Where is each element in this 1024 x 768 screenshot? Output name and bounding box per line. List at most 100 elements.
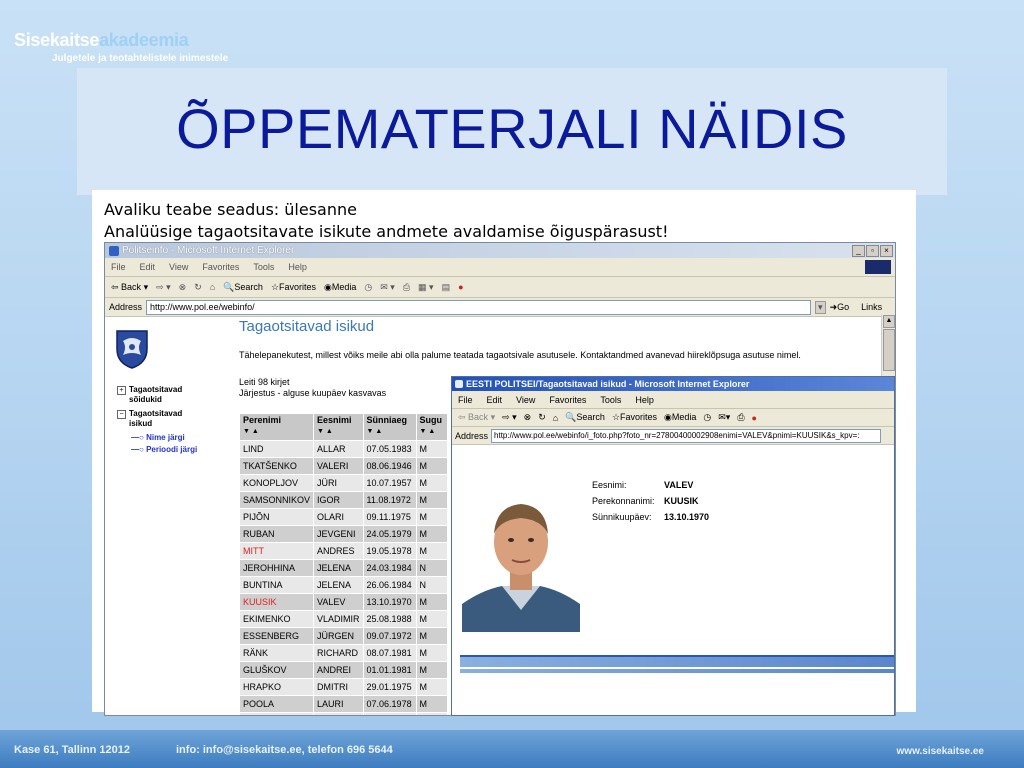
popup-home-icon[interactable]: ⌂: [553, 413, 558, 423]
popup-menu-favorites[interactable]: Favorites: [549, 395, 586, 405]
cell-surname[interactable]: KONOPLJOV: [238, 474, 315, 492]
table-row[interactable]: PIJÕN OLARI 09.11.1975 M: [238, 508, 448, 526]
popup-menu-file[interactable]: File: [458, 395, 473, 405]
address-dropdown-icon[interactable]: ▾: [815, 300, 826, 314]
cell-birthdate: 08.07.1981: [362, 644, 417, 662]
search-button[interactable]: 🔍Search: [223, 282, 263, 293]
menu-favorites[interactable]: Favorites: [202, 262, 239, 272]
popup-favorites-button[interactable]: ☆Favorites: [612, 412, 657, 423]
cell-surname[interactable]: JEROHHINA: [238, 559, 315, 577]
popup-refresh-icon[interactable]: ↻: [538, 412, 546, 423]
cell-surname[interactable]: JERŠOV: [238, 712, 315, 715]
table-row[interactable]: RUBAN JEVGENI 24.05.1979 M: [238, 525, 448, 543]
cell-surname[interactable]: EKIMENKO: [238, 610, 315, 628]
nav-item-vehicles[interactable]: + Tagaotsitavad sõidukid: [117, 385, 197, 405]
cell-surname[interactable]: POOLA: [238, 695, 315, 713]
menu-tools[interactable]: Tools: [253, 262, 274, 272]
address-input[interactable]: http://www.pol.ee/webinfo/: [146, 299, 812, 315]
popup-search-button[interactable]: 🔍Search: [565, 412, 605, 423]
go-button[interactable]: ➜Go: [830, 302, 850, 313]
table-row[interactable]: SAMSONNIKOV IGOR 11.08.1972 M: [238, 491, 448, 509]
popup-print-icon[interactable]: ⎙: [737, 412, 744, 423]
history-icon[interactable]: ◷: [364, 282, 372, 293]
table-row[interactable]: BUNTINA JELENA 26.06.1984 N: [238, 576, 448, 594]
sort-icon[interactable]: ▼ ▲: [317, 428, 360, 435]
home-icon[interactable]: ⌂: [210, 282, 215, 292]
table-row[interactable]: KUUSIK VALEV 13.10.1970 M: [238, 593, 448, 611]
favorites-button[interactable]: ☆Favorites: [271, 282, 316, 293]
cell-surname[interactable]: RUBAN: [238, 525, 315, 543]
sort-icon[interactable]: ▼ ▲: [243, 428, 310, 435]
cell-surname[interactable]: BUNTINA: [238, 576, 315, 594]
table-row[interactable]: MITT ANDRES 19.05.1978 M: [238, 542, 448, 560]
popup-address-input[interactable]: http://www.pol.ee/webinfo/i_foto.php?fot…: [491, 428, 882, 443]
popup-messenger-icon[interactable]: ●: [752, 413, 757, 423]
header-surname[interactable]: Perenimi ▼ ▲: [238, 413, 315, 441]
cell-surname[interactable]: RÄNK: [238, 644, 315, 662]
cell-surname[interactable]: TKATŠENKO: [238, 457, 315, 475]
cell-surname[interactable]: LIND: [238, 440, 315, 458]
media-button[interactable]: ◉Media: [324, 282, 356, 293]
popup-back-button[interactable]: ⇦ Back ▾: [458, 412, 495, 423]
cell-surname[interactable]: SAMSONNIKOV: [238, 491, 315, 509]
maximize-button[interactable]: ▫: [866, 244, 879, 257]
table-row[interactable]: TKATŠENKO VALERI 08.06.1946 M: [238, 457, 448, 475]
collapse-icon[interactable]: −: [117, 410, 126, 419]
table-row[interactable]: JERŠOVMAKSIM14.05.1979M: [238, 712, 448, 715]
menu-edit[interactable]: Edit: [140, 262, 156, 272]
popup-menu-view[interactable]: View: [516, 395, 535, 405]
menu-file[interactable]: File: [111, 262, 126, 272]
cell-surname[interactable]: GLUŠKOV: [238, 661, 315, 679]
mail-icon[interactable]: ✉ ▾: [380, 282, 395, 293]
header-firstname[interactable]: Eesnimi ▼ ▲: [313, 413, 364, 441]
popup-forward-button[interactable]: ⇨ ▾: [502, 412, 517, 423]
scroll-up-icon[interactable]: ▲: [883, 315, 895, 328]
table-row[interactable]: POOLA LAURI 07.06.1978 M: [238, 695, 448, 713]
cell-birthdate: 10.07.1957: [362, 474, 417, 492]
expand-icon[interactable]: +: [117, 386, 126, 395]
popup-mail-icon[interactable]: ✉▾: [718, 412, 730, 423]
table-row[interactable]: LIND ALLAR 07.05.1983 M: [238, 440, 448, 458]
menu-help[interactable]: Help: [288, 262, 307, 272]
nav-item-persons[interactable]: − Tagaotsitavad isikud: [117, 409, 197, 429]
table-row[interactable]: JEROHHINA JELENA 24.03.1984 N: [238, 559, 448, 577]
refresh-icon[interactable]: ↻: [194, 282, 202, 293]
cell-surname[interactable]: HRAPKO: [238, 678, 315, 696]
print-icon[interactable]: ⎙: [403, 282, 410, 293]
cell-surname[interactable]: MITT: [238, 542, 315, 560]
popup-menu-tools[interactable]: Tools: [600, 395, 621, 405]
popup-media-button[interactable]: ◉Media: [664, 412, 696, 423]
cell-surname[interactable]: ESSENBERG: [238, 627, 315, 645]
table-row[interactable]: EKIMENKO VLADIMIR 25.08.1988 M: [238, 610, 448, 628]
nav-subitem-by-period[interactable]: —○ Perioodi järgi: [131, 445, 197, 455]
scroll-thumb[interactable]: [883, 329, 895, 371]
edit-icon[interactable]: ▦ ▾: [418, 282, 434, 293]
popup-menu-edit[interactable]: Edit: [487, 395, 503, 405]
cell-firstname: JÜRI: [313, 474, 364, 492]
close-button[interactable]: ×: [880, 244, 893, 257]
popup-stop-icon[interactable]: ⊗: [524, 412, 532, 423]
sort-icon[interactable]: ▼ ▲: [367, 428, 413, 435]
discuss-icon[interactable]: ▤: [442, 282, 451, 293]
header-birthdate[interactable]: Sünniaeg ▼ ▲: [362, 413, 417, 441]
messenger-icon[interactable]: ●: [458, 282, 463, 292]
nav-subitem-by-name[interactable]: —○ Nime järgi: [131, 433, 197, 443]
popup-history-icon[interactable]: ◷: [703, 412, 711, 423]
table-row[interactable]: RÄNK RICHARD 08.07.1981 M: [238, 644, 448, 662]
header-sex[interactable]: Sugu ▼ ▲: [415, 413, 448, 441]
table-row[interactable]: GLUŠKOV ANDREI 01.01.1981 M: [238, 661, 448, 679]
table-row[interactable]: HRAPKO DMITRI 29.01.1975 M: [238, 678, 448, 696]
stop-icon[interactable]: ⊗: [179, 282, 187, 293]
menu-view[interactable]: View: [169, 262, 188, 272]
cell-sex: M: [415, 457, 448, 475]
minimize-button[interactable]: _: [852, 244, 865, 257]
back-button[interactable]: ⇦ Back ▾: [111, 282, 148, 293]
table-row[interactable]: KONOPLJOV JÜRI 10.07.1957 M: [238, 474, 448, 492]
forward-button[interactable]: ⇨ ▾: [156, 282, 171, 293]
cell-surname[interactable]: KUUSIK: [238, 593, 315, 611]
table-row[interactable]: ESSENBERG JÜRGEN 09.07.1972 M: [238, 627, 448, 645]
sort-icon[interactable]: ▼ ▲: [420, 428, 444, 435]
popup-menu-help[interactable]: Help: [635, 395, 654, 405]
cell-surname[interactable]: PIJÕN: [238, 508, 315, 526]
links-button[interactable]: Links: [861, 302, 882, 312]
